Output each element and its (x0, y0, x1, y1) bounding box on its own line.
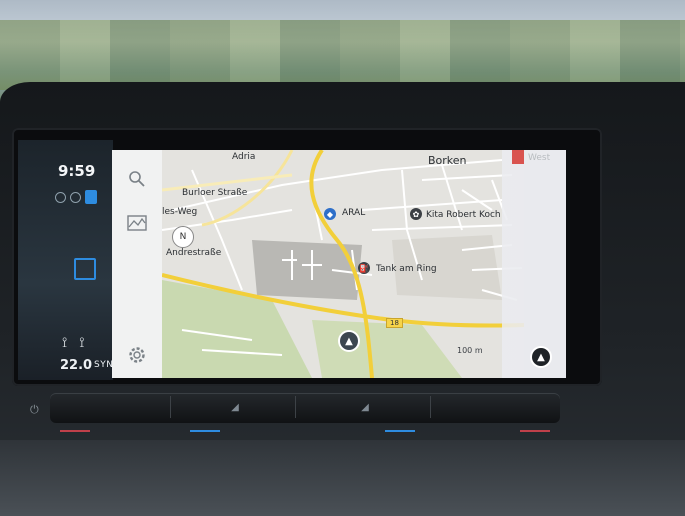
connection-icon (55, 191, 66, 203)
fan-accent (190, 430, 220, 432)
map-scale: 100 m (457, 346, 483, 355)
seat-heat-right-icon[interactable]: ⟟ (79, 335, 84, 351)
map-label-weg: les-Weg (162, 207, 198, 217)
map-label-west: West (528, 153, 551, 163)
right-panel: West ▲ (502, 150, 566, 378)
hw-button-1[interactable] (50, 396, 171, 418)
volume-down-icon[interactable]: ◢ (175, 396, 296, 418)
driver-profile-icon (70, 191, 81, 203)
map-label-aral: ARAL (342, 208, 366, 218)
side-menu (112, 150, 163, 378)
map-label-andre: Andrestraße (166, 248, 222, 258)
infotainment-screen: Adria Borken Burloer Straße les-Weg ◆ AR… (112, 150, 566, 378)
map-view[interactable]: Adria Borken Burloer Straße les-Weg ◆ AR… (162, 150, 524, 378)
vehicle-position-icon: ▲ (340, 332, 358, 350)
map-label-kita: Kita Robert Koch (426, 210, 501, 220)
tree-line (0, 20, 685, 90)
destination-flag-icon (512, 150, 524, 164)
kindergarten-icon[interactable]: ✿ (410, 208, 422, 220)
temp-accent-left (60, 430, 90, 432)
dashboard-lower (0, 440, 685, 516)
search-icon[interactable] (122, 164, 152, 194)
power-icon[interactable]: ⏻ (30, 403, 39, 417)
compass-icon[interactable]: N (172, 226, 194, 248)
home-button[interactable] (74, 258, 96, 280)
phone-icon[interactable] (85, 190, 97, 204)
fuel-poi-icon[interactable]: ⛽ (358, 262, 370, 274)
map-label-adria: Adria (232, 152, 256, 162)
fuel-station-icon[interactable]: ◆ (324, 208, 336, 220)
clock: 9:59 (58, 162, 96, 180)
gear-icon[interactable] (122, 340, 152, 370)
temperature-value: 22.0 (60, 358, 93, 373)
map-label-burloer: Burloer Straße (182, 188, 248, 198)
status-icons (55, 190, 97, 204)
temperature[interactable]: 22.0 (60, 358, 92, 373)
seat-heating: ⟟ ⟟ (62, 335, 84, 351)
north-up-icon[interactable]: ▲ (532, 348, 550, 366)
road-number-badge: 18 (386, 318, 403, 328)
map-label-borken: Borken (428, 154, 467, 167)
map-layers-icon[interactable] (122, 208, 152, 238)
hardware-button-bar: ◢ ◢ (50, 393, 560, 423)
map-label-tank: Tank am Ring (376, 264, 437, 274)
temp-accent-right (520, 430, 550, 432)
volume-up-icon[interactable]: ◢ (300, 396, 431, 418)
hw-button-4[interactable] (435, 396, 555, 418)
seat-heat-left-icon[interactable]: ⟟ (62, 335, 67, 351)
fan-accent-2 (385, 430, 415, 432)
